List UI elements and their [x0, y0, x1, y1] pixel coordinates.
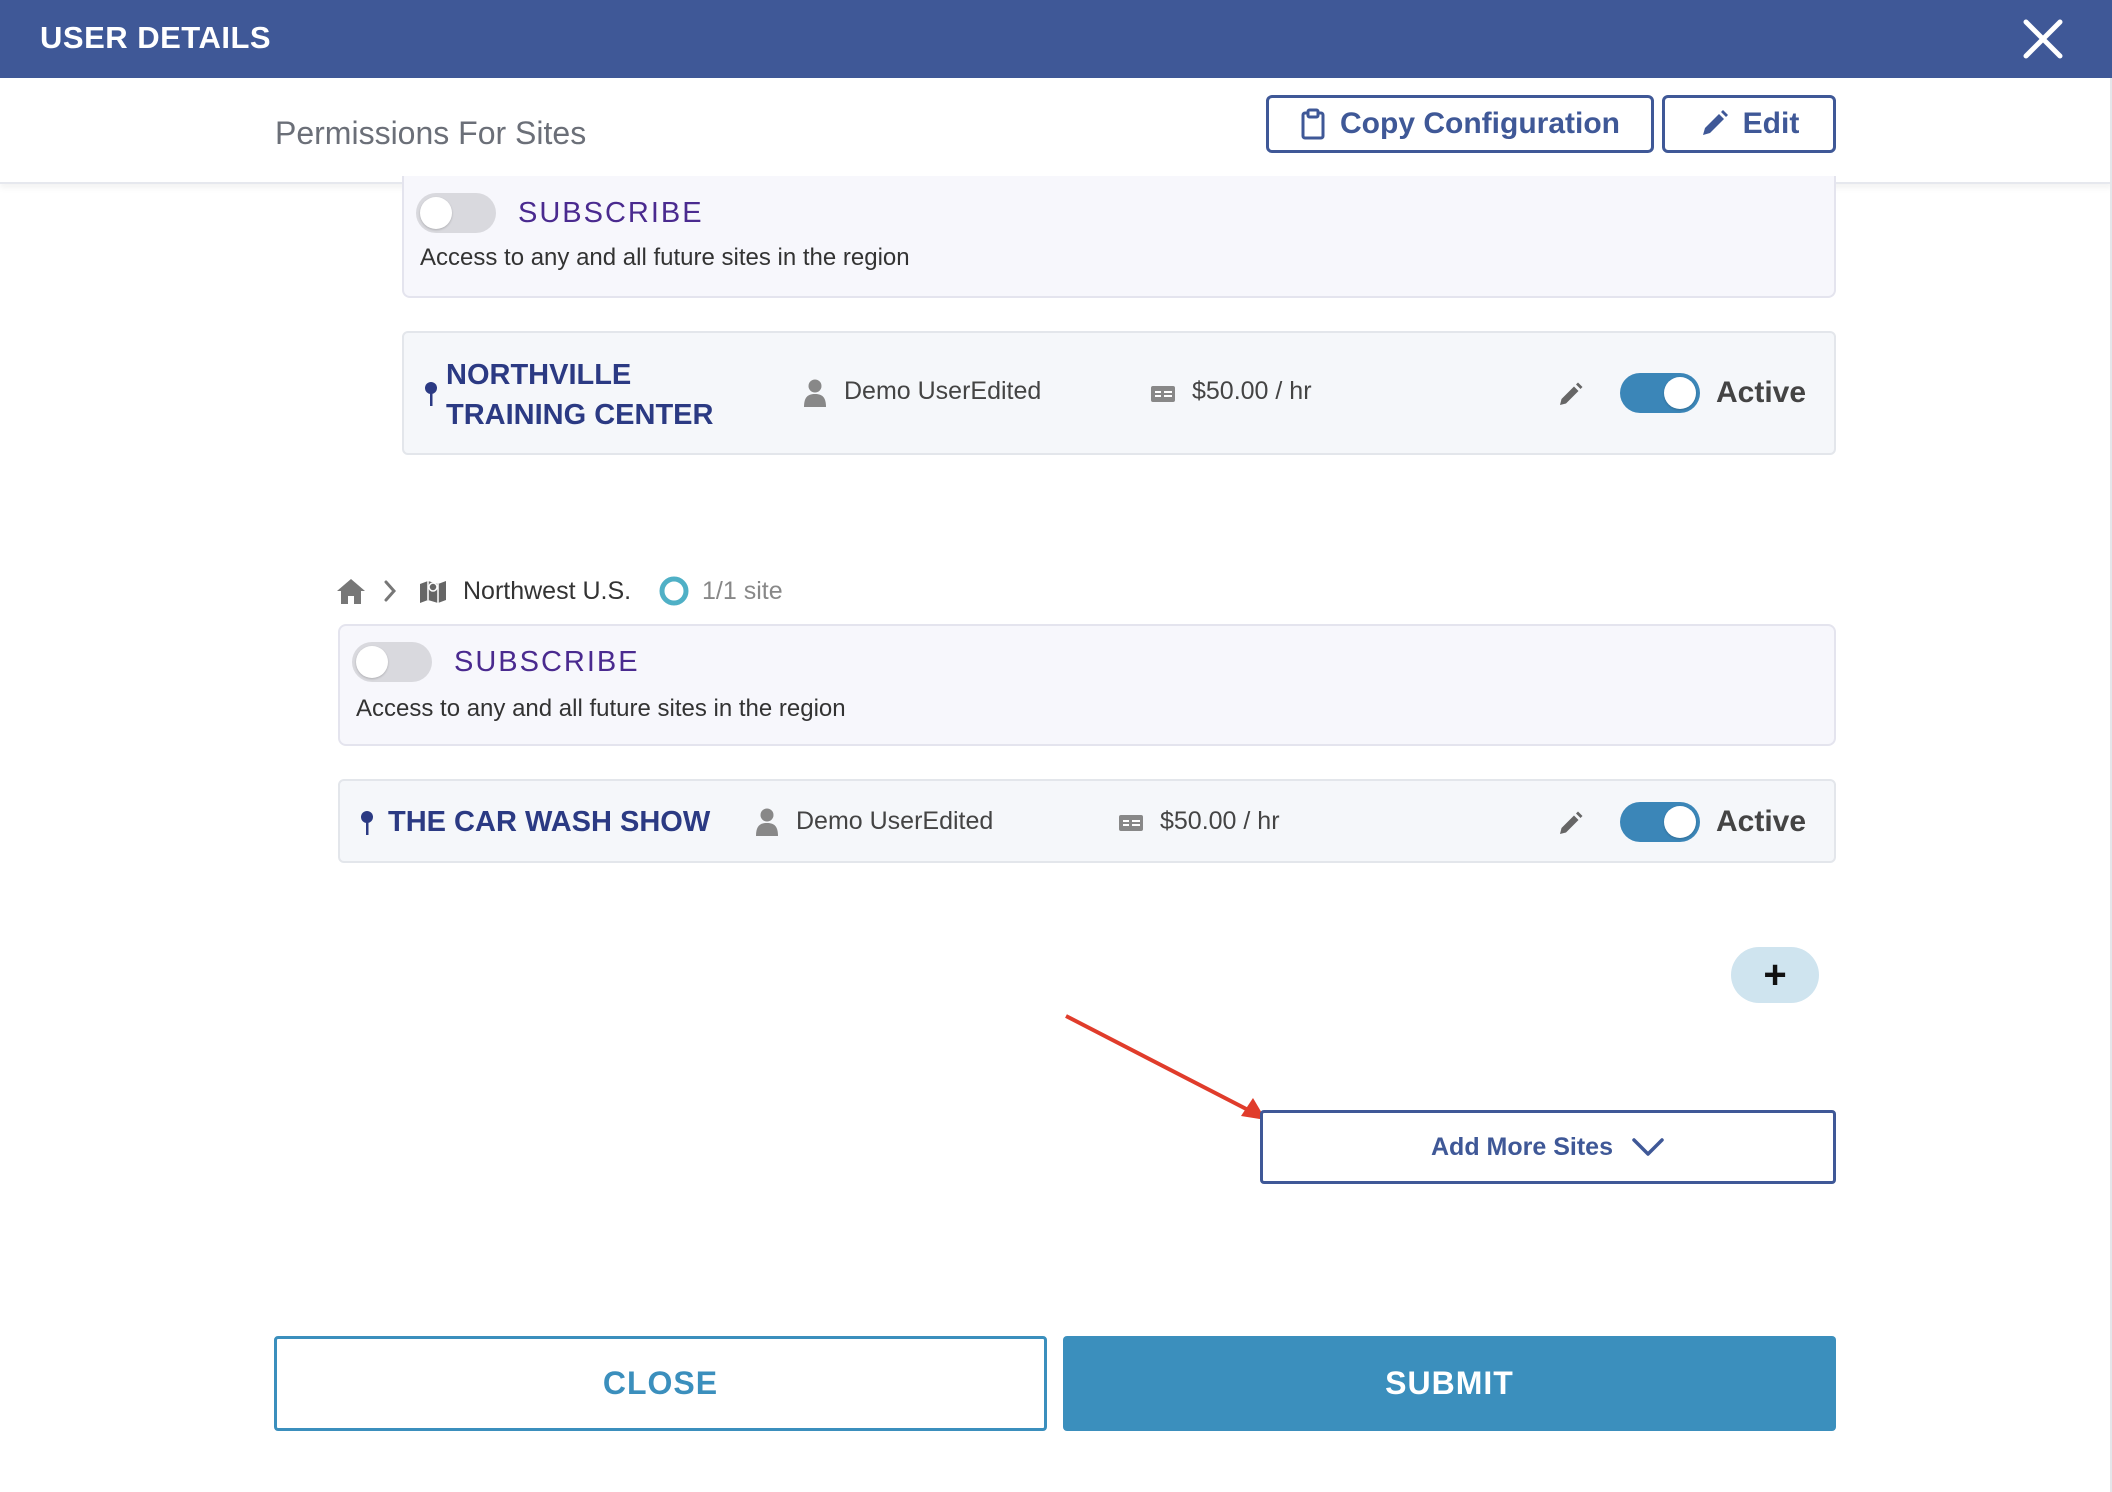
close-icon[interactable] [2020, 16, 2066, 62]
copy-configuration-button[interactable]: Copy Configuration [1266, 95, 1654, 153]
subscribe-label: SUBSCRIBE [454, 646, 640, 678]
subscribe-description: Access to any and all future sites in th… [356, 695, 846, 722]
site-row: THE CAR WASH SHOW Demo UserEdited $50.00… [338, 779, 1836, 863]
pencil-icon [1702, 110, 1728, 135]
edit-label: Edit [1742, 107, 1800, 140]
site-user: Demo UserEdited [796, 807, 994, 835]
map-pin-icon [361, 811, 373, 835]
add-more-sites-dropdown[interactable]: Add More Sites [1260, 1110, 1836, 1184]
region-name[interactable]: Northwest U.S. [463, 577, 631, 606]
copy-configuration-label: Copy Configuration [1340, 107, 1620, 140]
status-ring-icon [659, 576, 689, 606]
user-icon [756, 808, 778, 836]
submit-button[interactable]: SUBMIT [1063, 1336, 1836, 1431]
page-title: Permissions For Sites [275, 115, 587, 151]
dialog-title: USER DETAILS [40, 20, 272, 55]
home-icon[interactable] [336, 577, 366, 605]
map-pin-icon [425, 382, 437, 406]
rate-card-icon [1119, 815, 1143, 831]
user-icon [804, 379, 826, 407]
site-status: Active [1716, 805, 1807, 838]
subscribe-label: SUBSCRIBE [518, 197, 704, 229]
site-active-toggle[interactable] [1620, 802, 1700, 842]
chevron-right-icon [384, 580, 397, 602]
chevron-down-icon [1632, 1138, 1664, 1156]
site-rate: $50.00 / hr [1192, 377, 1312, 405]
site-count: 1/1 site [702, 577, 783, 605]
subscribe-description: Access to any and all future sites in th… [420, 244, 910, 271]
subscribe-toggle[interactable] [416, 193, 496, 233]
site-name-line2: TRAINING CENTER [446, 399, 714, 431]
site-active-toggle[interactable] [1620, 373, 1700, 413]
site-row: NORTHVILLE TRAINING CENTER Demo UserEdit… [402, 331, 1836, 455]
site-name-line1: NORTHVILLE [446, 359, 632, 391]
clipboard-icon [1301, 108, 1325, 140]
edit-button[interactable]: Edit [1662, 95, 1836, 153]
site-status: Active [1716, 376, 1807, 409]
permissions-header: Permissions For Sites Copy Configuration… [0, 78, 2112, 184]
site-rate: $50.00 / hr [1160, 807, 1280, 835]
site-name[interactable]: NORTHVILLE TRAINING CENTER [446, 355, 713, 435]
add-more-sites-label: Add More Sites [1431, 1132, 1613, 1161]
subscribe-panel: SUBSCRIBE Access to any and all future s… [338, 624, 1836, 746]
add-site-button[interactable]: + [1731, 947, 1819, 1003]
site-user: Demo UserEdited [844, 377, 1042, 405]
rate-card-icon [1151, 386, 1175, 402]
close-button[interactable]: CLOSE [274, 1336, 1047, 1431]
pencil-icon[interactable] [1558, 810, 1584, 836]
subscribe-toggle[interactable] [352, 642, 432, 682]
map-icon [420, 581, 446, 603]
annotation-arrow [1065, 1014, 1266, 1120]
site-name[interactable]: THE CAR WASH SHOW [388, 802, 710, 842]
dialog-header: USER DETAILS [0, 0, 2112, 78]
subscribe-panel: SUBSCRIBE Access to any and all future s… [402, 176, 1836, 298]
pencil-icon[interactable] [1558, 381, 1584, 407]
